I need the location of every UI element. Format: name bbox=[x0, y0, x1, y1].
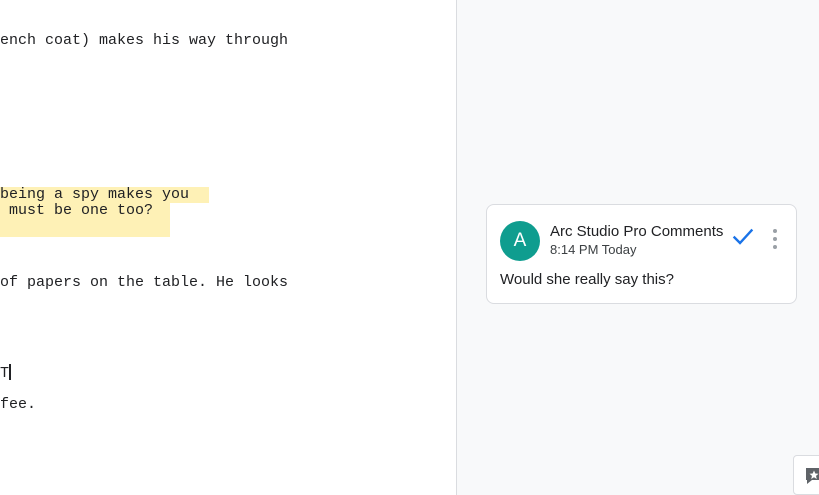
action-line: of papers on the table. He looks bbox=[0, 274, 289, 291]
dialogue-line-highlighted: being a spy makes you bbox=[0, 186, 190, 203]
comment-author: Arc Studio Pro Comments bbox=[550, 223, 724, 240]
comment-text: Would she really say this? bbox=[500, 271, 674, 288]
character-text: T bbox=[0, 365, 10, 382]
resolve-button[interactable] bbox=[731, 225, 755, 249]
more-options-button[interactable] bbox=[767, 227, 783, 251]
dialogue-line-highlighted: must be one too? bbox=[0, 202, 154, 219]
comment-timestamp: 8:14 PM Today bbox=[550, 242, 637, 257]
comment-card[interactable]: A Arc Studio Pro Comments 8:14 PM Today … bbox=[486, 204, 797, 304]
text-cursor bbox=[9, 364, 11, 380]
avatar: A bbox=[500, 221, 540, 261]
add-comment-button[interactable] bbox=[793, 455, 819, 495]
action-line: ench coat) makes his way through bbox=[0, 32, 289, 49]
add-comment-icon bbox=[806, 468, 819, 484]
action-line: fee. bbox=[0, 396, 37, 413]
checkmark-icon bbox=[732, 228, 754, 245]
character-line[interactable]: T bbox=[0, 364, 11, 381]
script-page[interactable]: ench coat) makes his way through being a… bbox=[0, 0, 457, 495]
